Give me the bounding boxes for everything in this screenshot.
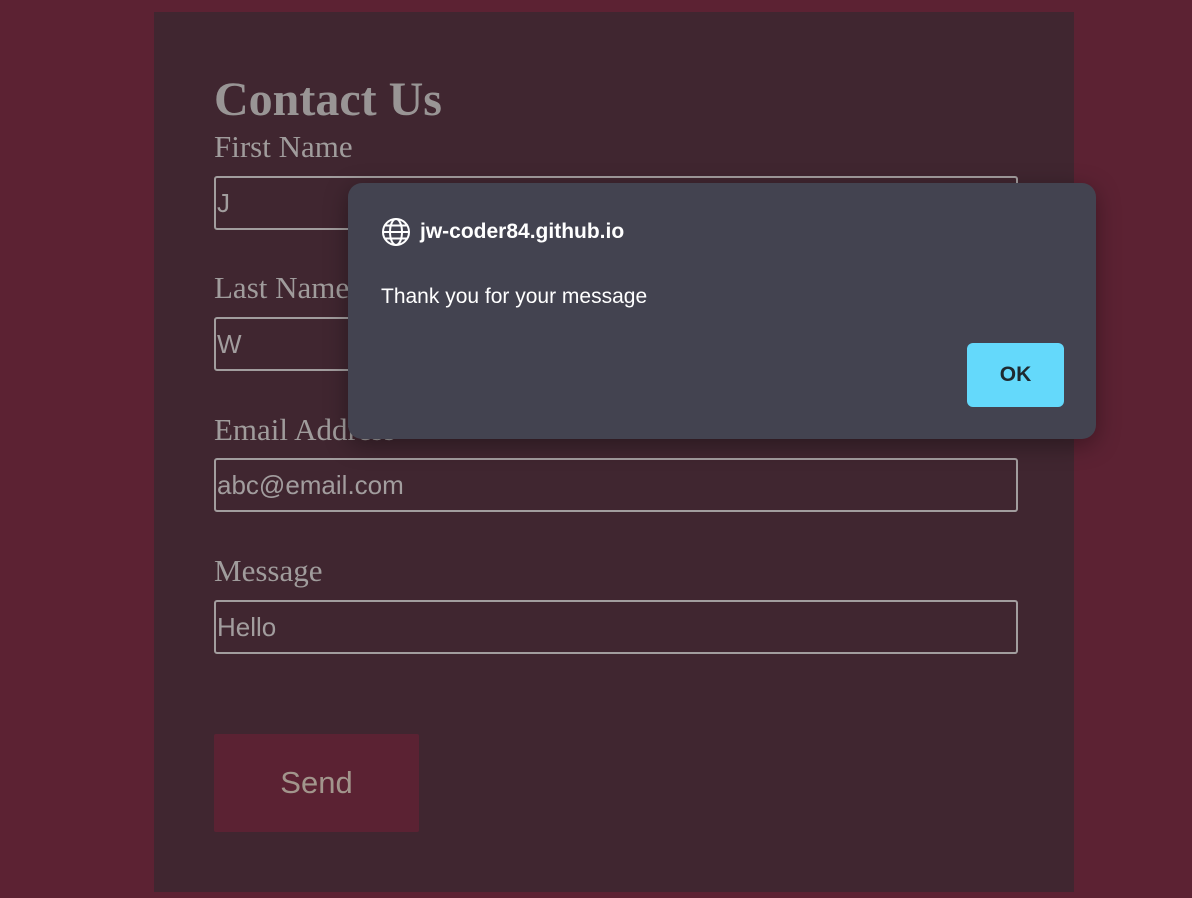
dialog-message: Thank you for your message <box>381 285 648 308</box>
message-label: Message <box>214 553 323 588</box>
message-field[interactable] <box>214 600 1018 654</box>
ok-button[interactable]: OK <box>967 343 1064 407</box>
dialog-origin: jw-coder84.github.io <box>381 217 624 247</box>
first-name-label: First Name <box>214 129 353 164</box>
page-title: Contact Us <box>214 73 442 126</box>
contact-form-panel: Contact Us First Name Last Name Email Ad… <box>154 12 1074 892</box>
send-button[interactable]: Send <box>214 734 419 832</box>
dialog-origin-text: jw-coder84.github.io <box>420 220 625 243</box>
last-name-label: Last Name <box>214 270 350 305</box>
email-field[interactable] <box>214 458 1018 512</box>
globe-icon <box>381 217 411 247</box>
alert-dialog: jw-coder84.github.io Thank you for your … <box>348 183 1096 439</box>
